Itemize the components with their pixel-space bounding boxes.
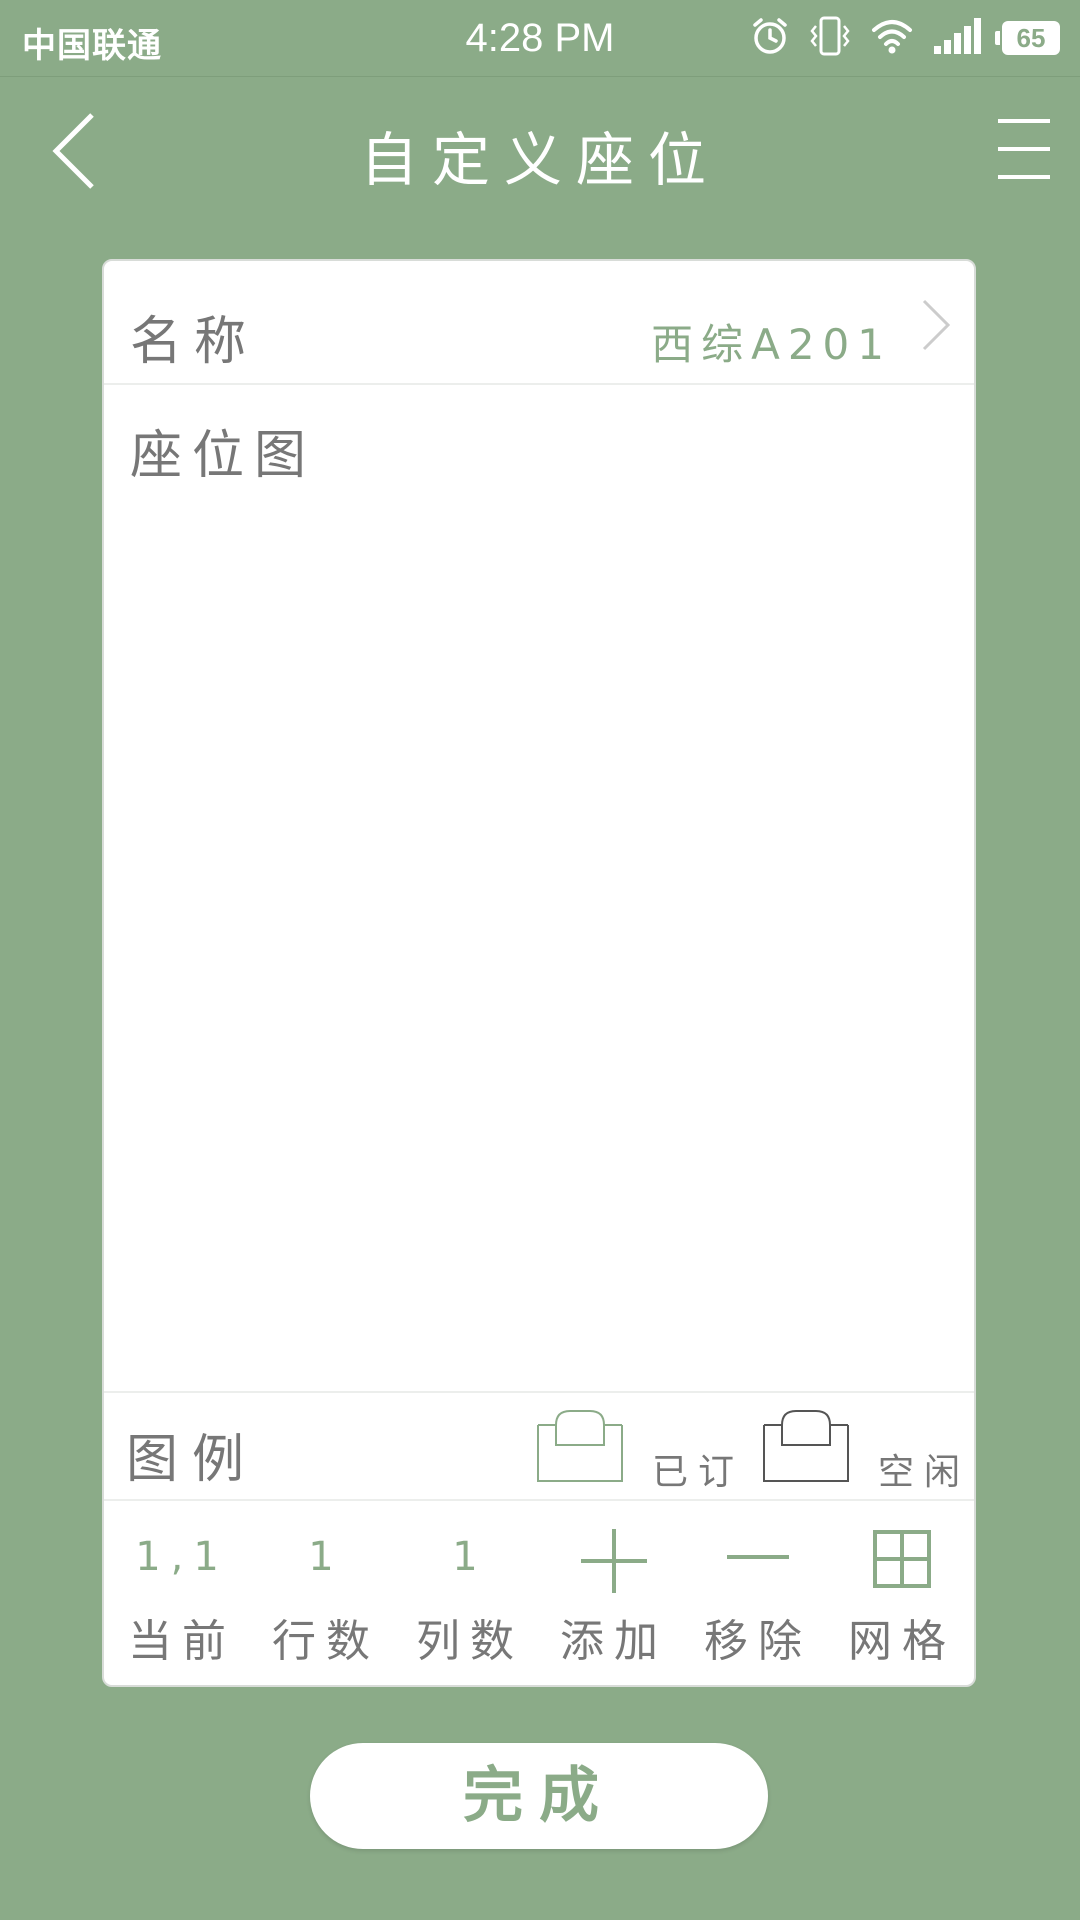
wifi-icon	[870, 16, 914, 60]
tool-rows[interactable]: 1 行数	[254, 1501, 398, 1687]
add-label: 添加	[560, 1616, 668, 1667]
hamburger-menu-icon	[998, 119, 1050, 179]
vibrate-icon	[808, 14, 852, 62]
row-count-value: 1	[308, 1534, 344, 1580]
col-count-value: 1	[452, 1534, 488, 1580]
status-icons: 65	[750, 14, 1060, 62]
done-button[interactable]: 完成	[310, 1743, 768, 1849]
menu-button[interactable]	[996, 117, 1052, 183]
legend-row: 图例 已订 空闲	[104, 1391, 974, 1501]
legend-free: 空闲	[758, 1409, 968, 1493]
status-bar: 中国联通 4:28 PM 65	[0, 0, 1080, 77]
plus-icon	[581, 1529, 647, 1593]
tool-current[interactable]: 1,1 当前	[110, 1501, 254, 1687]
chevron-right-icon	[922, 299, 951, 351]
seat-map-label: 座位图	[130, 426, 317, 486]
alarm-icon	[750, 16, 790, 60]
app-header: 自定义座位	[0, 77, 1080, 227]
tool-cols[interactable]: 1 列数	[398, 1501, 542, 1687]
grid-icon-wrap	[830, 1529, 974, 1599]
add-button[interactable]: 添加	[542, 1501, 686, 1687]
grid-label: 网格	[848, 1616, 956, 1667]
remove-label: 移除	[704, 1616, 812, 1667]
legend-booked-label: 已订	[652, 1452, 745, 1493]
name-row[interactable]: 名称 西综A201	[104, 261, 974, 385]
grid-button[interactable]: 网格	[830, 1501, 974, 1687]
cols-label: 列数	[416, 1616, 524, 1667]
legend-free-label: 空闲	[878, 1452, 971, 1493]
minus-icon	[727, 1555, 789, 1559]
current-label: 当前	[128, 1616, 236, 1667]
remove-icon-wrap	[686, 1529, 830, 1599]
rows-label: 行数	[272, 1616, 380, 1667]
signal-icon	[932, 16, 984, 60]
seat-free-icon	[763, 1410, 849, 1482]
name-value: 西综A201	[651, 320, 892, 369]
add-icon-wrap	[542, 1529, 686, 1599]
name-label: 名称	[130, 312, 259, 372]
current-position-value: 1,1	[135, 1534, 229, 1580]
remove-button[interactable]: 移除	[686, 1501, 830, 1687]
seat-booked-icon	[537, 1410, 623, 1482]
seat-config-card: 名称 西综A201 座位图 图例 已订 空闲 1,1 当前 1 行数 1 列数 …	[102, 259, 976, 1687]
grid-icon	[873, 1530, 931, 1588]
seat-toolbar: 1,1 当前 1 行数 1 列数 添加 移除 网格	[104, 1501, 974, 1687]
legend-label: 图例	[126, 1430, 259, 1490]
page-title: 自定义座位	[359, 126, 720, 194]
legend-booked: 已订	[532, 1409, 734, 1493]
battery-icon: 65	[995, 21, 1060, 55]
